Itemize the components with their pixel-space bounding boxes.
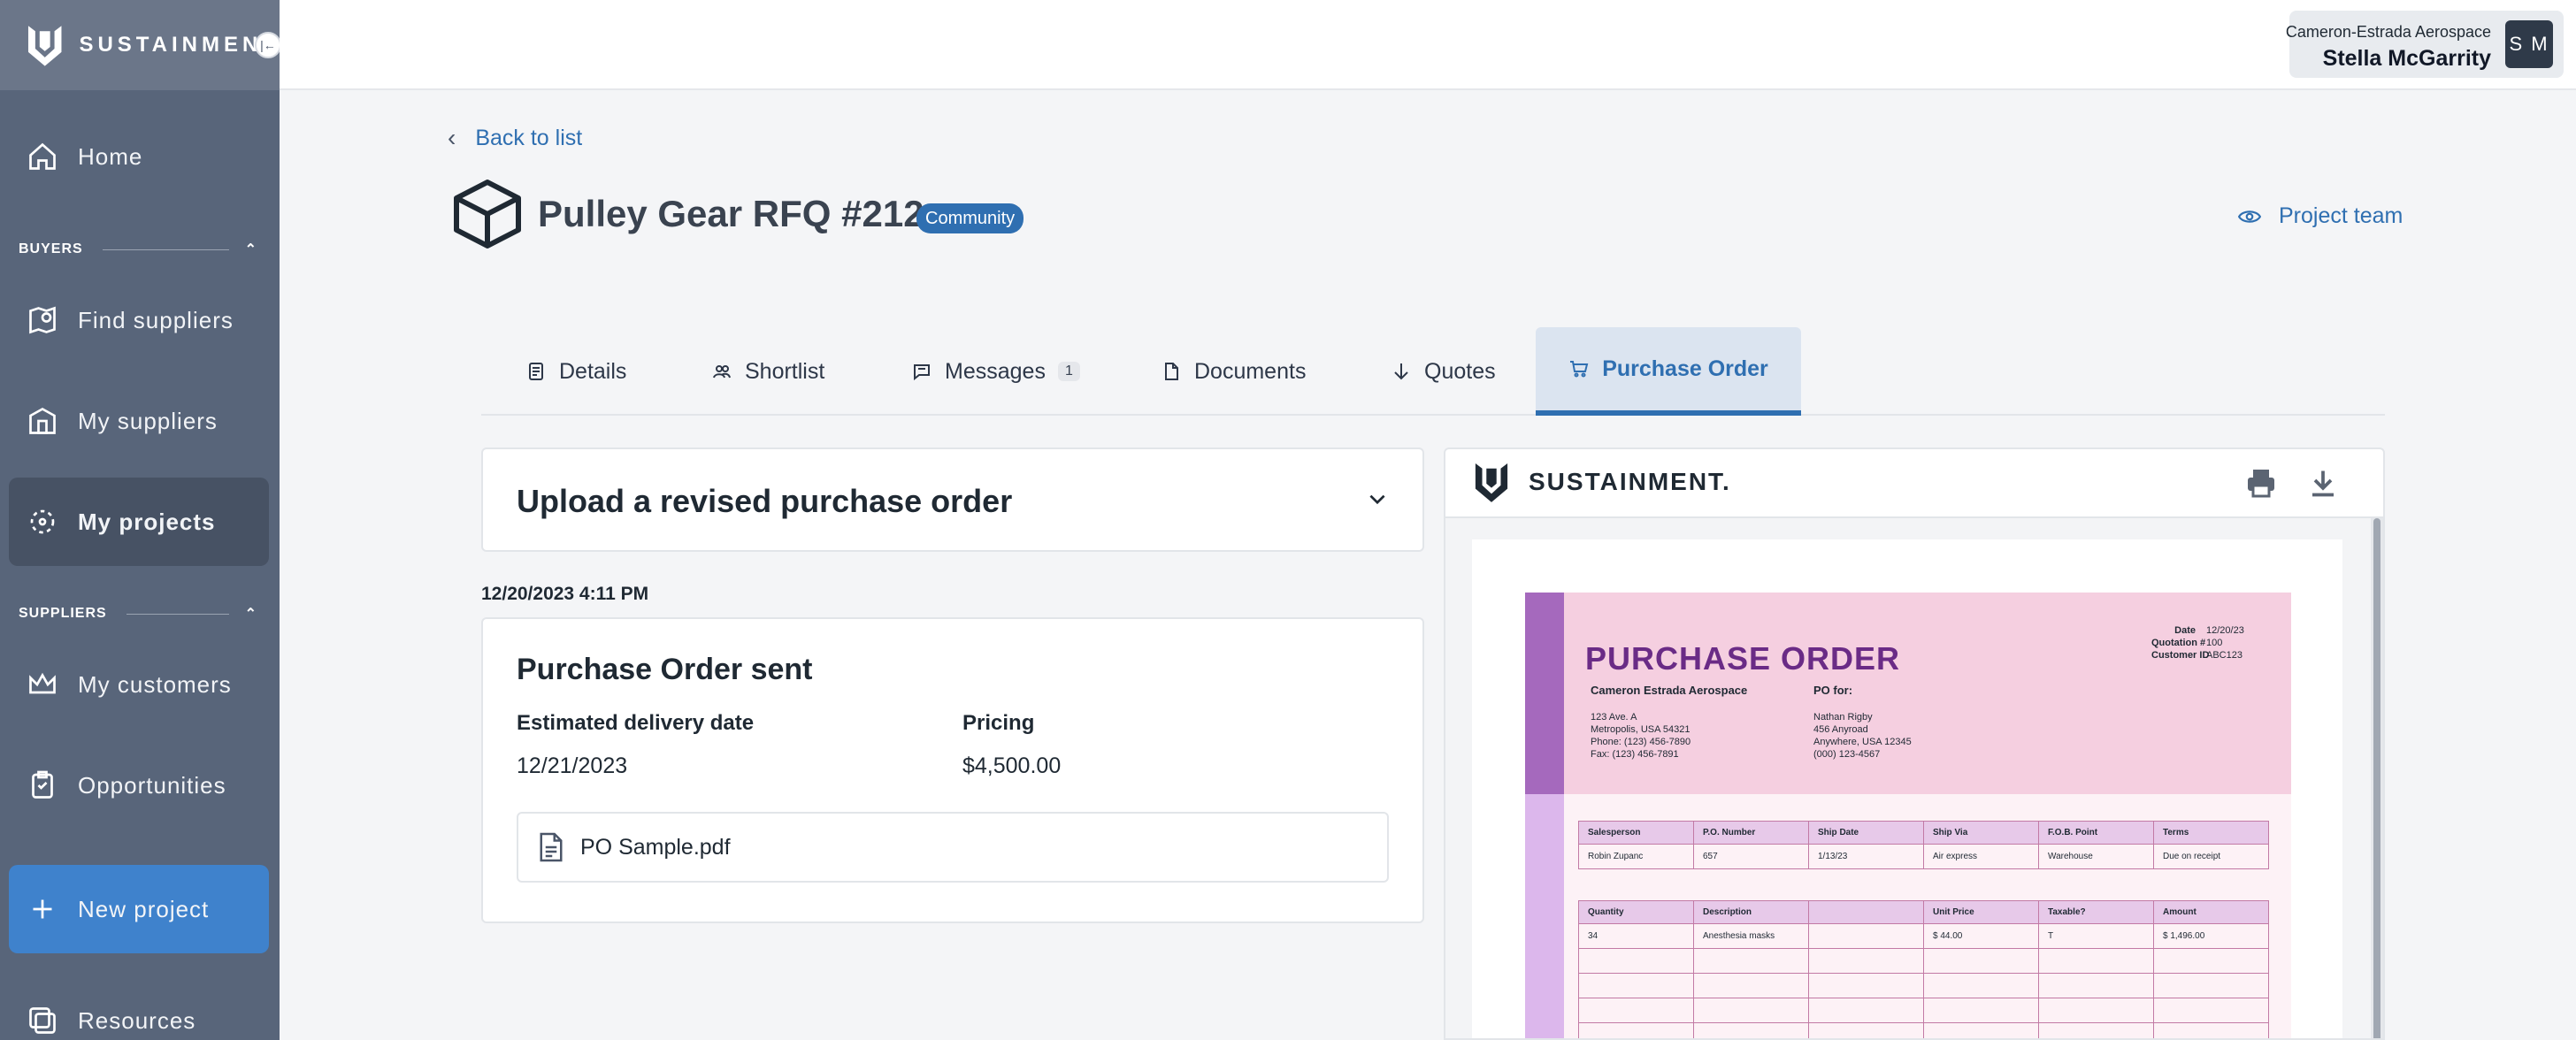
po-sent-card: Purchase Order sent Estimated delivery d… [481, 617, 1424, 923]
arrow-down-icon [1394, 363, 1408, 380]
sidebar-item-label: My suppliers [78, 407, 218, 434]
sustainment-logo-icon [1475, 463, 1508, 502]
tab-messages[interactable]: Messages 1 [911, 327, 1080, 416]
delivery-label: Estimated delivery date [517, 711, 755, 735]
page-title: Pulley Gear RFQ #212 [538, 193, 924, 234]
sidebar-item-resources[interactable]: Resources [9, 976, 269, 1040]
eye-icon [2238, 210, 2261, 223]
collapse-sidebar-button[interactable]: |← [255, 32, 281, 58]
project-tabs: Details Shortlist Messages 1 Documents Q… [481, 327, 2385, 416]
sidebar-item-label: Opportunities [78, 771, 226, 799]
chevron-left-icon: ‹ [448, 124, 456, 151]
preview-scrollbar[interactable] [2371, 518, 2383, 1038]
project-team-button[interactable]: Project team [2238, 203, 2403, 229]
file-name: PO Sample.pdf [580, 834, 731, 860]
sidebar: SUSTAINMENT |← Home BUYERS ⌃ Find suppli… [0, 0, 281, 1040]
sidebar-item-label: My customers [78, 670, 232, 698]
po-order-info-table: Salesperson P.O. Number Ship Date Ship Via… [1578, 821, 2269, 869]
resources-icon [29, 1007, 56, 1034]
sidebar-item-my-suppliers[interactable]: My suppliers [9, 377, 269, 465]
po-for-label: PO for: [1813, 684, 1853, 697]
event-timestamp: 12/20/2023 4:11 PM [481, 584, 649, 604]
tab-details[interactable]: Details [525, 327, 626, 416]
sidebar-item-label: New project [78, 895, 210, 922]
collapse-icon: |← [260, 38, 276, 52]
cart-icon [1570, 361, 1589, 378]
tab-quotes[interactable]: Quotes [1391, 327, 1496, 416]
sidebar-item-label: Find suppliers [78, 306, 234, 333]
po-from-address: 123 Ave. A Metropolis, USA 54321 Phone: … [1591, 712, 1691, 760]
chevron-up-icon: ⌃ [244, 607, 257, 622]
building-icon [29, 407, 56, 434]
pricing-label: Pricing [962, 711, 1035, 735]
po-meta-values: 12/20/23 100 ABC123 [2206, 625, 2244, 661]
document-icon [540, 832, 563, 862]
po-file-attachment[interactable]: PO Sample.pdf [517, 812, 1389, 883]
sidebar-item-find-suppliers[interactable]: Find suppliers [9, 276, 269, 364]
message-icon [914, 364, 930, 381]
po-items-table: Quantity Description Unit Price Taxable? Am… [1578, 900, 2269, 1038]
sustainment-logo-icon [27, 26, 62, 66]
user-menu[interactable]: Cameron-Estrada Aerospace Stella McGarri… [2285, 11, 2564, 78]
sidebar-item-my-customers[interactable]: My customers [9, 640, 269, 729]
preview-header: SUSTAINMENT. [1445, 449, 2383, 518]
project-team-label: Project team [2279, 203, 2404, 228]
users-icon [713, 365, 731, 379]
back-label: Back to list [475, 125, 583, 150]
message-count-badge: 1 [1057, 362, 1080, 381]
avatar[interactable]: S M [2505, 20, 2553, 68]
user-org: Cameron-Estrada Aerospace [2285, 23, 2491, 41]
preview-document-viewer[interactable]: PURCHASE ORDER Date Quotation # Customer… [1445, 518, 2383, 1038]
upload-revised-po-panel[interactable]: Upload a revised purchase order [481, 447, 1424, 552]
topbar: Cameron-Estrada Aerospace Stella McGarri… [280, 0, 2576, 90]
user-name: Stella McGarrity [2322, 46, 2491, 71]
sidebar-item-label: Resources [78, 1006, 196, 1034]
pricing-value: $4,500.00 [962, 753, 1062, 778]
delivery-value: 12/21/2023 [517, 753, 628, 778]
cube-icon [454, 180, 521, 249]
sidebar-item-opportunities[interactable]: Opportunities [9, 741, 269, 830]
document-list-icon [529, 363, 543, 380]
po-heading: PURCHASE ORDER [1585, 640, 1901, 677]
sidebar-item-label: My projects [78, 508, 216, 535]
sidebar-section-suppliers[interactable]: SUPPLIERS ⌃ [19, 605, 257, 623]
preview-brand: SUSTAINMENT. [1474, 460, 1731, 504]
tab-purchase-order[interactable]: Purchase Order [1536, 327, 1801, 416]
download-icon[interactable] [2307, 467, 2339, 499]
upload-panel-title: Upload a revised purchase order [517, 483, 1013, 519]
po-sent-title: Purchase Order sent [517, 653, 813, 686]
new-project-button[interactable]: New project [9, 865, 269, 953]
sidebar-section-buyers[interactable]: BUYERS ⌃ [19, 241, 257, 258]
home-icon [29, 142, 56, 170]
tab-documents[interactable]: Documents [1161, 327, 1306, 416]
plus-icon [33, 899, 52, 919]
chevron-down-icon[interactable] [1366, 488, 1389, 511]
po-from-name: Cameron Estrada Aerospace [1591, 684, 1748, 697]
map-search-icon [29, 306, 56, 334]
sidebar-item-my-projects[interactable]: My projects [9, 478, 269, 566]
po-document-page: PURCHASE ORDER Date Quotation # Customer… [1472, 539, 2342, 1038]
chevron-up-icon: ⌃ [244, 242, 257, 257]
community-badge: Community [916, 203, 1024, 233]
po-document: PURCHASE ORDER Date Quotation # Customer… [1525, 593, 2291, 1038]
sidebar-item-label: Home [78, 142, 143, 170]
brand-name: SUSTAINMENT [79, 33, 280, 57]
po-preview-panel: SUSTAINMENT. PURCHASE ORDER Date Quotati… [1444, 447, 2385, 1040]
crown-icon [29, 672, 56, 694]
tab-shortlist[interactable]: Shortlist [711, 327, 824, 416]
scrollbar-thumb[interactable] [2373, 518, 2380, 1038]
sidebar-logo[interactable]: SUSTAINMENT |← [0, 0, 281, 90]
back-to-list-link[interactable]: ‹ Back to list [448, 124, 582, 152]
clipboard-icon [32, 770, 53, 799]
sidebar-item-home[interactable]: Home [9, 112, 269, 201]
print-icon[interactable] [2245, 467, 2277, 499]
file-icon [1165, 363, 1178, 380]
projects-icon [30, 509, 55, 534]
po-for-address: Nathan Rigby 456 Anyroad Anywhere, USA 1… [1813, 712, 1912, 760]
